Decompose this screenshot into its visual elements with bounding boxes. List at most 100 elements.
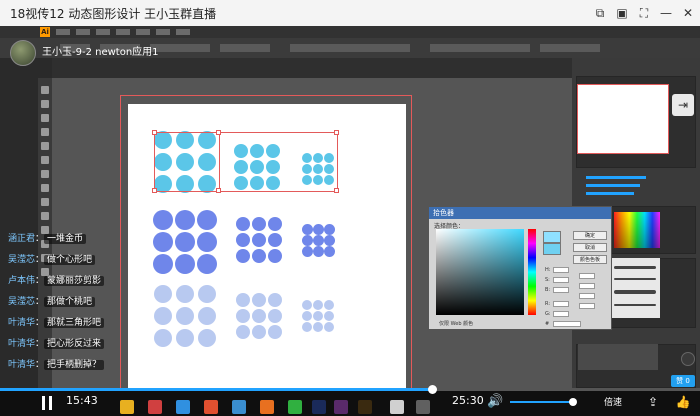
total-time: 25:30 xyxy=(452,394,484,407)
light-dot xyxy=(302,322,312,332)
app-icon xyxy=(204,400,218,414)
cancel-button[interactable]: 取消 xyxy=(573,243,607,252)
tool-icon xyxy=(41,100,49,108)
r-label: R: xyxy=(545,301,551,307)
chat-username[interactable]: 叶清华 xyxy=(8,339,35,349)
panel-slider xyxy=(586,184,640,187)
streamer-avatar[interactable] xyxy=(10,40,36,66)
light-dot xyxy=(313,311,323,321)
pause-button[interactable] xyxy=(42,396,54,410)
light-dot xyxy=(302,311,312,321)
chat-text: 把心形反过来 xyxy=(44,339,105,349)
tool-icon xyxy=(41,128,49,136)
chat-username[interactable]: 吴滢芯 xyxy=(8,297,35,307)
volume-icon[interactable]: 🔊 xyxy=(487,394,503,410)
m-field[interactable] xyxy=(579,283,595,289)
close-icon[interactable]: ✕ xyxy=(680,5,696,21)
share-icon[interactable]: ⇪ xyxy=(644,393,662,411)
app-icon xyxy=(390,400,404,414)
blue-dot xyxy=(323,234,335,246)
app-icon xyxy=(148,400,162,414)
k-field[interactable] xyxy=(579,303,595,309)
chat-message: 吴滢芯： 那做个桃吧 xyxy=(8,295,218,309)
restore-icon[interactable]: ⧉ xyxy=(592,5,608,21)
like-icon[interactable] xyxy=(681,352,695,366)
tool-icon xyxy=(41,198,49,206)
minimize-icon[interactable]: — xyxy=(658,5,674,21)
selection-box xyxy=(154,132,338,192)
y-field[interactable] xyxy=(579,293,595,299)
blue-dot xyxy=(301,223,313,235)
progress-fill xyxy=(0,388,432,391)
chat-message: 叶清华： 那就三角形吧 xyxy=(8,316,218,330)
chat-username[interactable]: 叶清华 xyxy=(8,360,35,370)
app-icon xyxy=(232,400,246,414)
blue-dot xyxy=(252,217,266,231)
fullscreen-icon[interactable]: ⛶ xyxy=(636,5,652,21)
g-field[interactable] xyxy=(553,311,569,317)
side-action-icon[interactable]: ⇥ xyxy=(672,94,694,116)
chat-username[interactable]: 叶清华 xyxy=(8,318,35,328)
c-field[interactable] xyxy=(579,273,595,279)
selection-handle xyxy=(216,130,221,135)
light-dot xyxy=(268,309,282,323)
hex-label: # xyxy=(545,321,550,327)
pip-icon[interactable]: ▣ xyxy=(614,5,630,21)
navigator-thumbnail xyxy=(577,84,669,154)
layers-list xyxy=(578,344,658,370)
streamer-name: 王小玉-9-2 newton应用1 xyxy=(42,47,159,58)
hue-slider[interactable] xyxy=(528,229,536,315)
light-dot xyxy=(268,293,282,307)
only-web-colors-label: 仅限 Web 颜色 xyxy=(439,321,474,327)
tool-icon xyxy=(41,156,49,164)
tool-icon xyxy=(41,142,49,150)
progress-handle[interactable] xyxy=(427,385,437,394)
b-field[interactable] xyxy=(553,287,569,293)
r-field[interactable] xyxy=(553,301,569,307)
volume-handle[interactable] xyxy=(568,398,577,406)
chat-username[interactable]: 涵正君 xyxy=(8,234,35,244)
volume-slider[interactable] xyxy=(510,401,576,403)
light-dot xyxy=(302,300,312,310)
light-dot xyxy=(268,325,282,339)
speed-button[interactable]: 倍速 xyxy=(604,395,622,408)
menu-item xyxy=(76,29,90,35)
control-field xyxy=(430,44,530,52)
thumbs-up-icon[interactable]: 👍 xyxy=(674,393,692,411)
swatches-button[interactable]: 颜色色板 xyxy=(573,255,607,264)
web-colors-option[interactable]: 仅限 Web 颜色 xyxy=(439,320,473,327)
tool-icon xyxy=(41,114,49,122)
selection-handle xyxy=(152,130,157,135)
new-color-swatch xyxy=(543,231,561,243)
hex-field[interactable] xyxy=(553,321,581,327)
chat-text: 把手柄删掉？ xyxy=(44,360,105,370)
h-field[interactable] xyxy=(553,267,569,273)
light-dot xyxy=(324,300,334,310)
blue-dot xyxy=(197,210,217,230)
menu-item xyxy=(116,29,130,35)
g-label: G: xyxy=(545,311,551,317)
color-field[interactable] xyxy=(436,229,524,315)
ok-button[interactable]: 确定 xyxy=(573,231,607,240)
light-dot xyxy=(324,311,334,321)
chat-text: 做个心形吧 xyxy=(44,255,96,265)
menu-item xyxy=(136,29,150,35)
video-stream[interactable]: Ai 拾色器 选择颜色： 确定 取消 颜色色板 H: S: B: R: G: 仅… xyxy=(0,26,700,390)
blue-dot xyxy=(268,217,282,231)
light-dot xyxy=(252,293,266,307)
chat-message: 吴滢芯： 做个心形吧 xyxy=(8,253,218,267)
after-effects-icon xyxy=(312,400,326,414)
selection-handle xyxy=(216,188,221,193)
blue-dot xyxy=(175,210,195,230)
chat-message: 涵正君： 一堆金币 xyxy=(8,232,218,246)
menu-item xyxy=(96,29,110,35)
chat-username[interactable]: 卢本伟 xyxy=(8,276,35,286)
menu-item xyxy=(56,29,70,35)
blue-dot xyxy=(312,223,324,235)
blue-dot xyxy=(323,245,335,257)
chat-message: 叶清华： 把手柄删掉？ xyxy=(8,358,218,372)
s-field[interactable] xyxy=(553,277,569,283)
chat-username[interactable]: 吴滢芯 xyxy=(8,255,35,265)
panel-slider xyxy=(586,176,646,179)
premiere-icon xyxy=(334,400,348,414)
